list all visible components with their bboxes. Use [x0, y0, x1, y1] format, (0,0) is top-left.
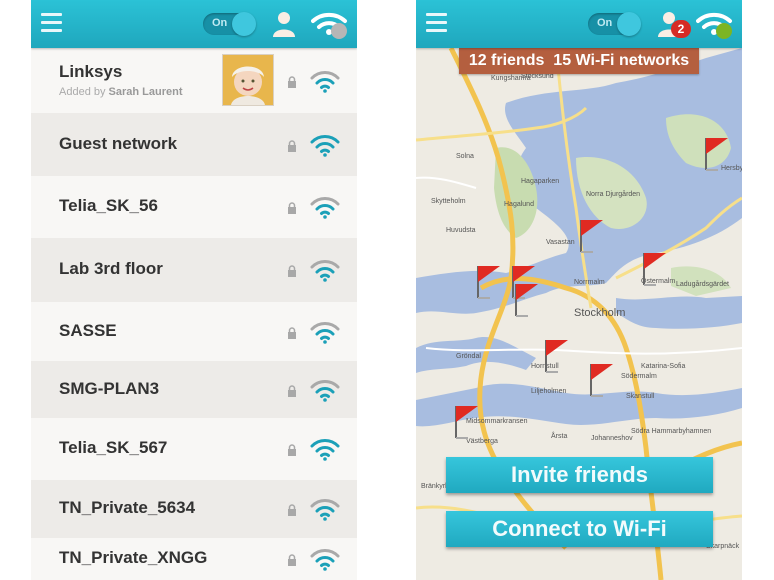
- wifi-icon[interactable]: [311, 10, 349, 40]
- map-label: Huvudsta: [446, 227, 476, 234]
- toggle-knob: [617, 12, 641, 36]
- network-name: Linksys: [59, 62, 123, 81]
- lock-icon: [287, 139, 297, 152]
- network-row[interactable]: TN_Private_5634: [31, 480, 357, 538]
- wifi-signal-icon: [309, 132, 341, 158]
- toggle-knob: [232, 12, 256, 36]
- lock-icon: [287, 75, 297, 88]
- wifi-icon[interactable]: [696, 10, 734, 40]
- map-label: Södermalm: [621, 373, 657, 380]
- wifi-signal-icon: [309, 377, 341, 403]
- network-row[interactable]: SMG-PLAN3: [31, 361, 357, 418]
- added-by-name: Sarah Laurent: [108, 86, 183, 98]
- wifi-signal-icon: [309, 436, 341, 462]
- map-label: Stocksund: [521, 73, 554, 80]
- wifi-sharing-toggle[interactable]: On: [588, 12, 641, 36]
- map-label: Johanneshov: [591, 435, 633, 442]
- network-row[interactable]: Telia_SK_567: [31, 418, 357, 480]
- wifi-signal-icon: [309, 257, 341, 283]
- wifi-signal-icon: [309, 546, 341, 572]
- friend-avatar[interactable]: [222, 54, 274, 106]
- app-header: On: [31, 0, 357, 48]
- friends-count: 12 friends: [468, 52, 545, 69]
- lock-icon: [287, 264, 297, 277]
- hamburger-menu-icon[interactable]: [426, 13, 447, 33]
- map-label: Skytteholm: [431, 198, 466, 205]
- lock-icon: [287, 201, 297, 214]
- toggle-label: On: [212, 17, 228, 29]
- map-label: Hagaparken: [521, 178, 559, 185]
- lock-icon: [287, 384, 297, 397]
- wifi-signal-icon: [309, 68, 341, 94]
- network-name: Guest network: [59, 133, 178, 153]
- map-label: Solna: [456, 153, 474, 160]
- map-label: Norra Djurgården: [586, 190, 640, 198]
- network-row[interactable]: Lab 3rd floor: [31, 238, 357, 302]
- lock-icon: [287, 503, 297, 516]
- lock-icon: [287, 553, 297, 566]
- network-name: TN_Private_5634: [59, 498, 196, 517]
- network-name: Telia_SK_56: [59, 196, 158, 215]
- network-name: Telia_SK_567: [59, 438, 168, 457]
- lock-icon: [287, 326, 297, 339]
- network-list-screen: On Linksys Added by Sarah Laurent Guest ne…: [31, 0, 357, 580]
- friends-badge: 2: [671, 20, 691, 38]
- lock-icon: [287, 443, 297, 456]
- map-label: Hagalund: [504, 201, 534, 208]
- added-by-label: Added by Sarah Laurent: [59, 86, 183, 98]
- app-header: On 2: [416, 0, 742, 48]
- wifi-sharing-toggle[interactable]: On: [203, 12, 256, 36]
- wifi-signal-icon: [309, 319, 341, 345]
- network-row[interactable]: Guest network: [31, 113, 357, 176]
- wifi-signal-icon: [309, 496, 341, 522]
- connect-wifi-button[interactable]: Connect to Wi-Fi: [446, 511, 713, 547]
- map-label: Midsommarkransen: [466, 418, 528, 425]
- invite-friends-button[interactable]: Invite friends: [446, 457, 713, 493]
- map-label: Liljeholmen: [531, 388, 567, 395]
- map-label: Katarina-Sofia: [641, 363, 685, 370]
- map-label: Årsta: [551, 431, 567, 440]
- map-label: Stockholm: [574, 307, 625, 319]
- map-label: Östermalm: [641, 277, 675, 285]
- network-row[interactable]: Telia_SK_56: [31, 176, 357, 238]
- network-name: SMG-PLAN3: [59, 378, 160, 398]
- map-label: Vasastan: [546, 239, 575, 246]
- friends-map-screen: On 2 12 friends 15 Wi-Fi networks Kungsh…: [416, 0, 742, 580]
- added-by-prefix: Added by: [59, 86, 106, 98]
- stats-banner: 12 friends 15 Wi-Fi networks: [459, 48, 699, 74]
- network-row[interactable]: TN_Private_XNGG: [31, 538, 357, 580]
- toggle-label: On: [597, 17, 613, 29]
- networks-count: 15 Wi-Fi networks: [553, 52, 690, 69]
- person-icon[interactable]: [271, 10, 297, 38]
- network-row[interactable]: SASSE: [31, 302, 357, 361]
- map-label: Hersby: [721, 165, 742, 172]
- map-label: Västberga: [466, 438, 498, 445]
- map-label: Norrmalm: [574, 279, 605, 286]
- map-label: Gröndal: [456, 353, 481, 360]
- network-name: SASSE: [59, 320, 117, 340]
- city-map[interactable]: KungshamraStocksundSolnaHagaparkenHagalu…: [416, 48, 742, 580]
- network-name: Lab 3rd floor: [59, 259, 163, 278]
- map-label: Skanstull: [626, 393, 655, 400]
- hamburger-menu-icon[interactable]: [41, 13, 62, 33]
- map-label: Ladugårdsgärdet: [676, 280, 729, 288]
- map-label: Södra Hammarbyhamnen: [631, 428, 711, 435]
- network-name: TN_Private_XNGG: [59, 548, 208, 567]
- wifi-signal-icon: [309, 194, 341, 220]
- network-row[interactable]: Linksys Added by Sarah Laurent: [31, 48, 357, 113]
